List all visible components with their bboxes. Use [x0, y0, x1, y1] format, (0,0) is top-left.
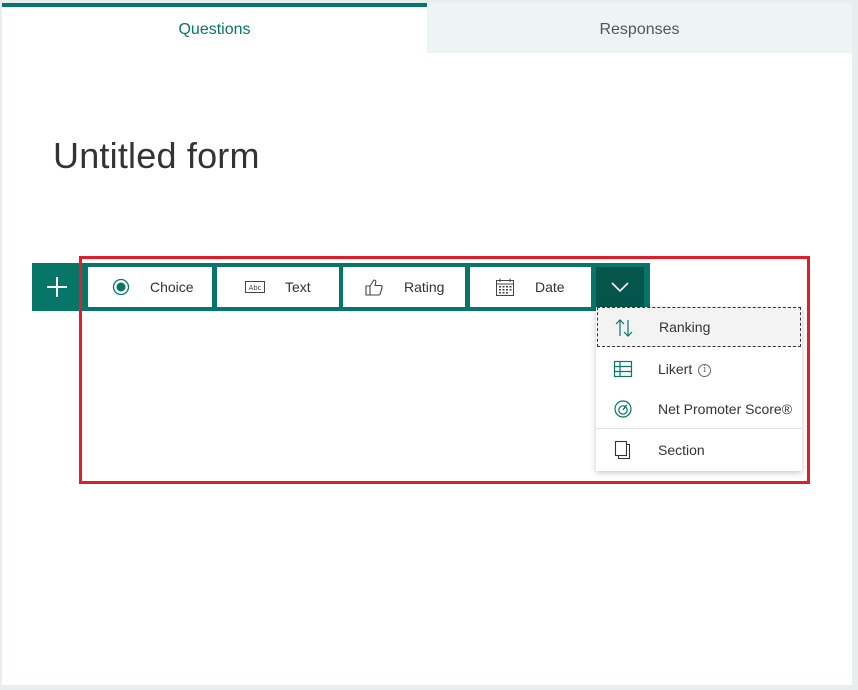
plus-icon: [46, 277, 67, 297]
tab-responses-label: Responses: [599, 21, 680, 38]
tab-questions-label: Questions: [178, 21, 251, 38]
add-question-button[interactable]: [32, 263, 81, 311]
annotation-highlight-box: [79, 256, 810, 484]
tab-responses[interactable]: Responses: [427, 3, 852, 53]
tab-questions[interactable]: Questions: [2, 3, 427, 53]
form-title[interactable]: Untitled form: [53, 135, 260, 177]
